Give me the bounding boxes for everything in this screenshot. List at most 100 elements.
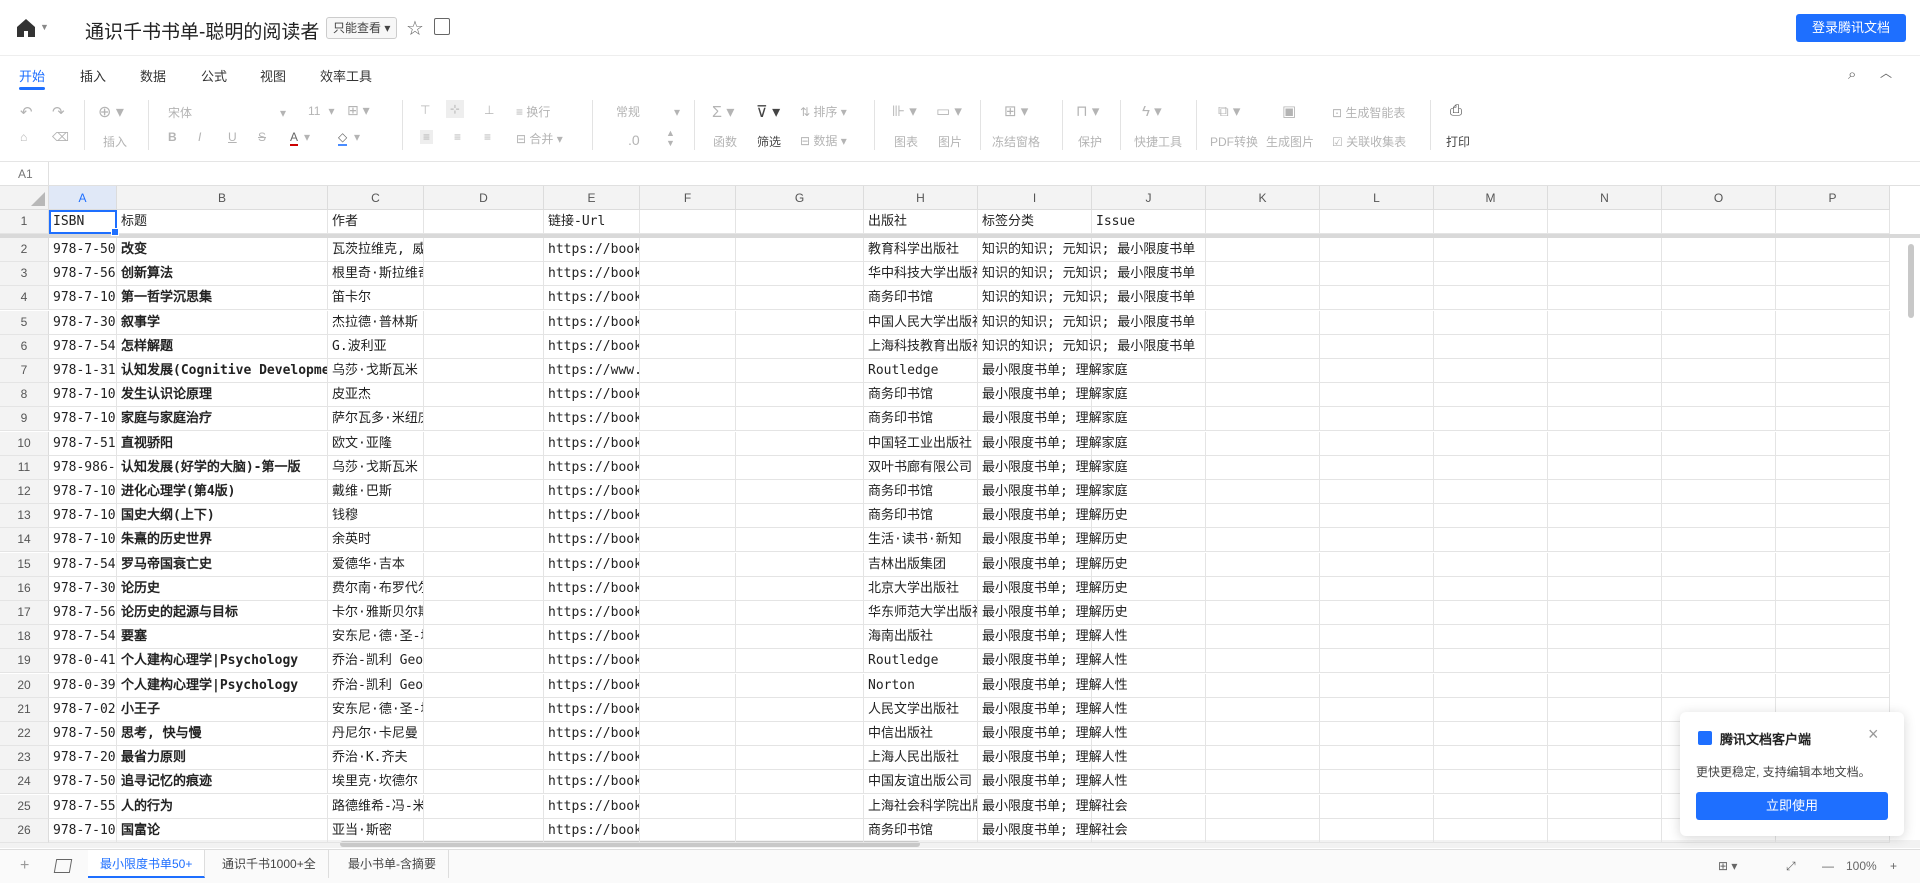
table-cell[interactable]: 吉林出版集团 — [864, 553, 978, 577]
table-cell[interactable]: 路德维希-冯-米塞斯, 路德维希 — [328, 795, 424, 819]
table-cell[interactable]: https://book.douban.com/subject/2666057 — [544, 432, 640, 456]
table-cell[interactable] — [424, 480, 544, 504]
header-cell[interactable] — [1662, 210, 1776, 234]
table-cell[interactable] — [424, 262, 544, 286]
table-cell[interactable] — [1206, 359, 1320, 383]
table-cell[interactable] — [1434, 286, 1548, 310]
table-cell[interactable] — [736, 432, 864, 456]
table-cell[interactable] — [1662, 528, 1776, 552]
table-cell[interactable] — [1434, 795, 1548, 819]
table-cell[interactable]: 最小限度书单; 理解社会 — [978, 795, 1128, 819]
table-cell[interactable] — [1548, 335, 1662, 359]
spreadsheet-grid[interactable]: A B C D E F G H I J K L M N O P 1 ISBN 标题 作者 链接-Url 出版社 标签分类 Is… — [0, 186, 1920, 849]
table-cell[interactable] — [736, 504, 864, 528]
table-cell[interactable]: 家庭与家庭治疗 — [117, 407, 328, 431]
table-cell[interactable] — [1548, 674, 1662, 698]
table-cell[interactable] — [1662, 649, 1776, 673]
table-cell[interactable]: 萨尔瓦多·米纽庆 Salvador — [328, 407, 424, 431]
table-cell[interactable]: 知识的知识; 元知识; 最小限度书单 — [978, 238, 1195, 262]
table-cell[interactable] — [1434, 262, 1548, 286]
decimal-stepper-icon[interactable]: ▲ ▼ — [666, 128, 675, 148]
table-cell[interactable] — [1776, 553, 1890, 577]
table-cell[interactable]: https://book.douban.com/subject/2668329 — [544, 480, 640, 504]
table-cell[interactable] — [640, 311, 736, 335]
table-cell[interactable] — [424, 456, 544, 480]
table-cell[interactable]: 978-7-50 — [49, 722, 117, 746]
clear-format-icon[interactable]: ⌫ — [52, 130, 69, 144]
table-cell[interactable]: G.波利亚 — [328, 335, 424, 359]
table-cell[interactable] — [1320, 553, 1434, 577]
table-cell[interactable] — [1206, 480, 1320, 504]
table-cell[interactable] — [1434, 311, 1548, 335]
filter-icon[interactable]: ⊽ ▾ — [756, 102, 780, 122]
print-label[interactable]: 打印 — [1446, 133, 1470, 150]
row-header[interactable]: 8 — [0, 383, 49, 407]
row-header[interactable]: 2 — [0, 238, 49, 262]
table-cell[interactable]: 商务印书馆 — [864, 480, 978, 504]
table-cell[interactable]: 费尔南·布罗代尔 Fernand Braudel — [328, 577, 424, 601]
header-cell[interactable]: 作者 — [328, 210, 424, 234]
table-cell[interactable]: 商务印书馆 — [864, 407, 978, 431]
table-cell[interactable] — [1662, 625, 1776, 649]
table-cell[interactable]: 最小限度书单; 理解家庭 — [978, 432, 1128, 456]
table-cell[interactable] — [736, 625, 864, 649]
table-cell[interactable]: https://book.douban.com/subject/7956571 — [544, 674, 640, 698]
table-cell[interactable] — [1548, 795, 1662, 819]
header-cell[interactable]: 出版社 — [864, 210, 978, 234]
table-cell[interactable]: 个人建构心理学|Psychology — [117, 674, 328, 698]
table-cell[interactable] — [1548, 577, 1662, 601]
table-cell[interactable]: https://book.douban.com/subject/1440342 — [544, 383, 640, 407]
table-cell[interactable] — [1776, 577, 1890, 601]
document-info-icon[interactable] — [434, 18, 450, 35]
table-cell[interactable] — [1662, 262, 1776, 286]
column-header[interactable]: A — [49, 186, 117, 210]
table-cell[interactable]: 小王子 — [117, 698, 328, 722]
table-cell[interactable]: 最小限度书单; 理解历史 — [978, 504, 1128, 528]
table-cell[interactable]: 追寻记忆的痕迹 — [117, 770, 328, 794]
table-cell[interactable]: https://book.douban.com/subject/6810086 — [544, 528, 640, 552]
table-cell[interactable] — [736, 795, 864, 819]
table-cell[interactable]: 戴维·巴斯 — [328, 480, 424, 504]
format-painter-icon[interactable]: ⌂ — [20, 130, 27, 144]
table-cell[interactable] — [1776, 504, 1890, 528]
table-cell[interactable]: 论历史 — [117, 577, 328, 601]
table-cell[interactable] — [1320, 770, 1434, 794]
table-cell[interactable] — [1320, 359, 1434, 383]
row-header[interactable]: 17 — [0, 601, 49, 625]
table-cell[interactable] — [1320, 674, 1434, 698]
image-label[interactable]: 图片 — [938, 133, 962, 150]
table-cell[interactable]: 上海科技教育出版社 — [864, 335, 978, 359]
row-header[interactable]: 24 — [0, 770, 49, 794]
table-cell[interactable] — [1206, 649, 1320, 673]
table-cell[interactable]: 978-7-54 — [49, 625, 117, 649]
home-icon[interactable] — [14, 16, 38, 40]
table-cell[interactable]: 国史大纲(上下) — [117, 504, 328, 528]
image-icon[interactable]: ▭ ▾ — [936, 102, 962, 120]
table-cell[interactable]: 中国轻工业出版社 — [864, 432, 978, 456]
add-sheet-icon[interactable]: + — [20, 857, 29, 875]
header-cell[interactable] — [736, 210, 864, 234]
table-cell[interactable] — [1320, 746, 1434, 770]
table-cell[interactable] — [736, 819, 864, 843]
table-cell[interactable] — [1434, 383, 1548, 407]
table-cell[interactable] — [736, 528, 864, 552]
table-cell[interactable] — [1776, 359, 1890, 383]
table-cell[interactable] — [1434, 528, 1548, 552]
table-cell[interactable]: 直视骄阳 — [117, 432, 328, 456]
table-cell[interactable]: https://book.douban.com/subject/1046492 — [544, 504, 640, 528]
table-cell[interactable] — [1320, 311, 1434, 335]
table-cell[interactable]: 教育科学出版社 — [864, 238, 978, 262]
table-cell[interactable]: 978-7-10 — [49, 819, 117, 843]
table-cell[interactable] — [1662, 553, 1776, 577]
table-cell[interactable] — [1776, 674, 1890, 698]
table-cell[interactable]: 知识的知识; 元知识; 最小限度书单 — [978, 286, 1195, 310]
table-cell[interactable] — [1320, 456, 1434, 480]
font-family-select[interactable]: 宋体 ▾ — [168, 104, 286, 121]
row-header[interactable]: 23 — [0, 746, 49, 770]
table-cell[interactable]: Routledge — [864, 649, 978, 673]
italic-icon[interactable]: I — [198, 130, 201, 144]
table-cell[interactable]: 最小限度书单; 理解历史 — [978, 601, 1128, 625]
table-cell[interactable]: 最小限度书单; 理解人性 — [978, 649, 1128, 673]
table-cell[interactable]: 978-7-10 — [49, 286, 117, 310]
table-cell[interactable]: 最小限度书单; 理解人性 — [978, 674, 1128, 698]
